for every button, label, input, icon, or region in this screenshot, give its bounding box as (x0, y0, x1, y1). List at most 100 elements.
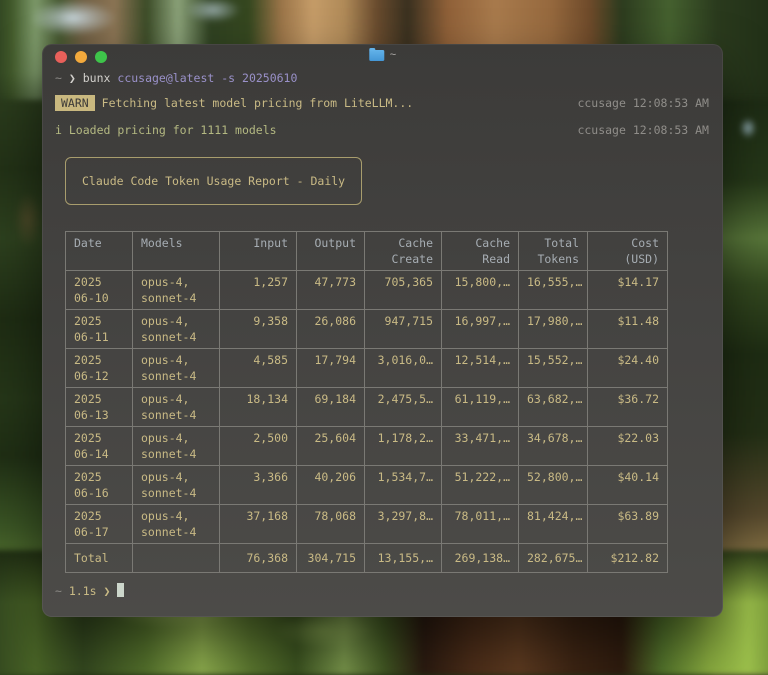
command-program: bunx (83, 71, 111, 85)
table-cell: 2025 06-11 (66, 310, 133, 349)
table-cell: 1,178,2… (365, 427, 442, 466)
table-cell: 1,257 (220, 271, 297, 310)
report-title: Claude Code Token Usage Report - Daily (82, 174, 345, 188)
table-cell: 78,011,… (442, 505, 519, 544)
final-prompt-symbol: ❯ (104, 584, 111, 598)
table-row: 2025 06-11opus-4, sonnet-49,35826,086947… (66, 310, 668, 349)
table-cell: 33,471,… (442, 427, 519, 466)
table-cell: 1,534,7… (365, 466, 442, 505)
table-cell: 26,086 (297, 310, 365, 349)
column-header: Input (220, 232, 297, 271)
table-cell: 12,514,… (442, 349, 519, 388)
table-cell: opus-4, sonnet-4 (133, 505, 220, 544)
table-cell: $63.89 (588, 505, 668, 544)
table-cell: 81,424,… (519, 505, 588, 544)
info-prefix: i (55, 123, 62, 137)
table-cell: 2025 06-17 (66, 505, 133, 544)
table-cell: 3,366 (220, 466, 297, 505)
window-title: ~ (390, 49, 396, 61)
table-cell: 51,222,… (442, 466, 519, 505)
warn-log-line: WARN Fetching latest model pricing from … (55, 95, 709, 111)
table-cell: 15,552,… (519, 349, 588, 388)
table-cell: 2025 06-13 (66, 388, 133, 427)
table-cell: 18,134 (220, 388, 297, 427)
zoom-button[interactable] (95, 51, 107, 63)
prompt-symbol: ❯ (69, 71, 76, 85)
warn-timestamp: ccusage 12:08:53 AM (577, 95, 709, 111)
column-header: Cache Read (442, 232, 519, 271)
column-header: Date (66, 232, 133, 271)
table-cell: 2025 06-16 (66, 466, 133, 505)
table-cell: 2025 06-10 (66, 271, 133, 310)
table-cell: 37,168 (220, 505, 297, 544)
table-cell: 947,715 (365, 310, 442, 349)
table-cell: 3,016,0… (365, 349, 442, 388)
table-cell: 63,682,… (519, 388, 588, 427)
final-prompt-line: ~ 1.1s ❯ (55, 583, 709, 599)
table-cell: 17,980,… (519, 310, 588, 349)
report-title-box: Claude Code Token Usage Report - Daily (65, 157, 362, 205)
table-cell: 4,585 (220, 349, 297, 388)
table-row: 2025 06-10opus-4, sonnet-41,25747,773705… (66, 271, 668, 310)
table-cell: 2025 06-12 (66, 349, 133, 388)
table-total-row: Total76,368304,71513,155,…269,138…282,67… (66, 544, 668, 573)
terminal-window: ~ ~ ❯ bunx ccusage@latest -s 20250610 WA… (42, 44, 723, 617)
table-cell: opus-4, sonnet-4 (133, 310, 220, 349)
column-header: Cache Create (365, 232, 442, 271)
table-cell: 40,206 (297, 466, 365, 505)
table-row: 2025 06-13opus-4, sonnet-418,13469,1842,… (66, 388, 668, 427)
table-cell: 282,675… (519, 544, 588, 573)
warn-badge: WARN (55, 95, 95, 111)
traffic-lights (55, 51, 107, 63)
proxy-icon-group[interactable]: ~ (369, 48, 396, 61)
folder-icon (369, 50, 384, 61)
table-cell: 15,800,… (442, 271, 519, 310)
final-prompt-cwd: ~ (55, 584, 62, 598)
command-prompt-line: ~ ❯ bunx ccusage@latest -s 20250610 (55, 70, 709, 86)
table-cell: $40.14 (588, 466, 668, 505)
column-header: Cost (USD) (588, 232, 668, 271)
table-cell: 34,678,… (519, 427, 588, 466)
table-cell: Total (66, 544, 133, 573)
column-header: Models (133, 232, 220, 271)
table-cell: 16,997,… (442, 310, 519, 349)
column-header: Output (297, 232, 365, 271)
prompt-cwd: ~ (55, 71, 62, 85)
table-cell: 61,119,… (442, 388, 519, 427)
table-cell: $36.72 (588, 388, 668, 427)
table-cell: 2025 06-14 (66, 427, 133, 466)
info-log-line: i Loaded pricing for 1111 models ccusage … (55, 122, 709, 138)
table-cell: opus-4, sonnet-4 (133, 388, 220, 427)
warn-message: Fetching latest model pricing from LiteL… (102, 96, 414, 110)
info-message: Loaded pricing for 1111 models (69, 123, 277, 137)
table-cell: $24.40 (588, 349, 668, 388)
table-cell: 2,500 (220, 427, 297, 466)
table-cell: $212.82 (588, 544, 668, 573)
table-row: 2025 06-12opus-4, sonnet-44,58517,7943,0… (66, 349, 668, 388)
minimize-button[interactable] (75, 51, 87, 63)
table-header-row: DateModelsInputOutputCache CreateCache R… (66, 232, 668, 271)
table-cell: 2,475,5… (365, 388, 442, 427)
table-cell: opus-4, sonnet-4 (133, 271, 220, 310)
close-button[interactable] (55, 51, 67, 63)
usage-table: DateModelsInputOutputCache CreateCache R… (65, 231, 668, 573)
table-cell: 16,555,… (519, 271, 588, 310)
command-duration: 1.1s (69, 584, 97, 598)
table-cell: 25,604 (297, 427, 365, 466)
table-cell: $11.48 (588, 310, 668, 349)
window-titlebar: ~ (42, 44, 723, 66)
command-args: ccusage@latest -s 20250610 (117, 71, 297, 85)
table-cell: 78,068 (297, 505, 365, 544)
table-row: 2025 06-16opus-4, sonnet-43,36640,2061,5… (66, 466, 668, 505)
table-cell: opus-4, sonnet-4 (133, 427, 220, 466)
table-body: 2025 06-10opus-4, sonnet-41,25747,773705… (66, 271, 668, 573)
table-cell: 3,297,8… (365, 505, 442, 544)
table-cell: 304,715 (297, 544, 365, 573)
table-cell: opus-4, sonnet-4 (133, 349, 220, 388)
table-cell (133, 544, 220, 573)
table-cell: 76,368 (220, 544, 297, 573)
info-timestamp: ccusage 12:08:53 AM (577, 122, 709, 138)
terminal-content[interactable]: ~ ❯ bunx ccusage@latest -s 20250610 WARN… (42, 66, 723, 599)
column-header: Total Tokens (519, 232, 588, 271)
table-cell: $14.17 (588, 271, 668, 310)
